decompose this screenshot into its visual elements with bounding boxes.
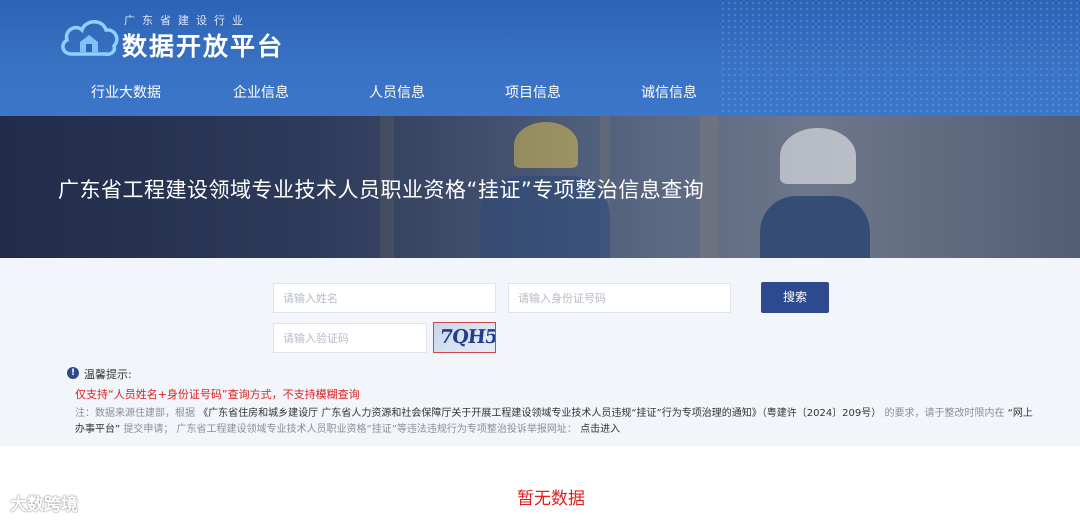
nav-item-project-info[interactable]: 项目信息 <box>505 80 561 106</box>
main-nav: 行业大数据 企业信息 人员信息 项目信息 诚信信息 <box>0 80 1080 106</box>
captcha-text: 7QH53 <box>438 326 496 348</box>
empty-result-message: 暂无数据 <box>517 489 585 509</box>
brand-subtitle: 广东省建设行业 <box>124 14 250 27</box>
notice-part: 注：数据来源住建部，根据 <box>75 408 195 419</box>
nav-item-personnel-info[interactable]: 人员信息 <box>369 80 425 106</box>
search-button[interactable]: 搜索 <box>761 282 829 313</box>
brand-title[interactable]: 数据开放平台 <box>122 27 284 63</box>
name-input[interactable] <box>273 283 496 313</box>
watermark-logo: 大数跨境 <box>10 490 78 515</box>
nav-item-credit-info[interactable]: 诚信信息 <box>641 80 697 106</box>
nav-item-industry-data[interactable]: 行业大数据 <box>91 80 161 106</box>
captcha-input[interactable] <box>273 323 427 353</box>
notice-part: 提交申请； 广东省工程建设领域专业技术人员职业资格“挂证”等违法违规行为专项整治… <box>123 424 577 435</box>
notice-document-title: 《广东省住房和城乡建设厅 广东省人力资源和社会保障厅关于开展工程建设领域专业技术… <box>198 408 882 419</box>
report-link[interactable]: 点击进入 <box>580 424 620 435</box>
query-warning: 仅支持“人员姓名+身份证号码”查询方式，不支持模糊查询 <box>75 388 360 401</box>
tip-title: 温馨提示: <box>84 368 132 381</box>
page-title: 广东省工程建设领域专业技术人员职业资格“挂证”专项整治信息查询 <box>58 178 705 202</box>
top-header: 广东省建设行业 数据开放平台 行业大数据 企业信息 人员信息 项目信息 诚信信息 <box>0 0 1080 116</box>
notice-text: 注：数据来源住建部，根据 《广东省住房和城乡建设厅 广东省人力资源和社会保障厅关… <box>75 406 1035 438</box>
captcha-image[interactable]: 7QH53 <box>433 322 496 353</box>
info-icon: ! <box>67 367 79 379</box>
cloud-house-icon[interactable] <box>58 14 120 58</box>
hero-banner: 广东省工程建设领域专业技术人员职业资格“挂证”专项整治信息查询 <box>0 116 1080 258</box>
id-number-input[interactable] <box>508 283 731 313</box>
watermark-text: 大数跨境 <box>10 495 78 515</box>
nav-item-company-info[interactable]: 企业信息 <box>233 80 289 106</box>
notice-part: 的要求，请于整改时限内在 <box>884 408 1005 419</box>
